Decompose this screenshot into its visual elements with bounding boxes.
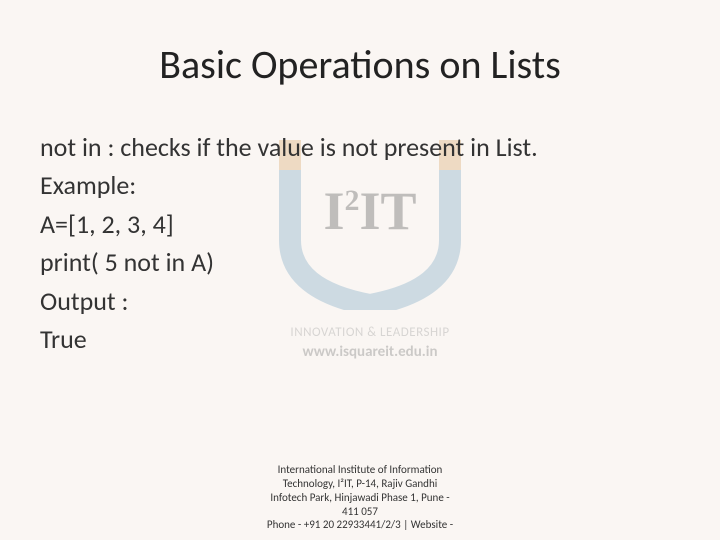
footer-line: Infotech Park, Hinjawadi Phase 1, Pune -: [200, 491, 520, 505]
page-title: Basic Operations on Lists: [40, 40, 680, 89]
content-line: Output :: [40, 283, 680, 319]
content-line: A=[1, 2, 3, 4]: [40, 206, 680, 242]
slide: Basic Operations on Lists I2IT INNOVATIO…: [0, 0, 720, 540]
content-line: True: [40, 321, 680, 357]
content-line: not in : checks if the value is not pres…: [40, 129, 680, 165]
content-line: print( 5 not in A): [40, 244, 680, 280]
footer-line: 411 057: [200, 505, 520, 519]
content-line: Example:: [40, 167, 680, 203]
slide-content: not in : checks if the value is not pres…: [40, 129, 680, 357]
footer-line: International Institute of Information: [200, 463, 520, 477]
footer-line: Phone - +91 20 22933441/2/3 | Website -: [200, 518, 520, 532]
footer: International Institute of Information T…: [200, 463, 520, 532]
footer-line: Technology, I²IT, P-14, Rajiv Gandhi: [200, 477, 520, 491]
